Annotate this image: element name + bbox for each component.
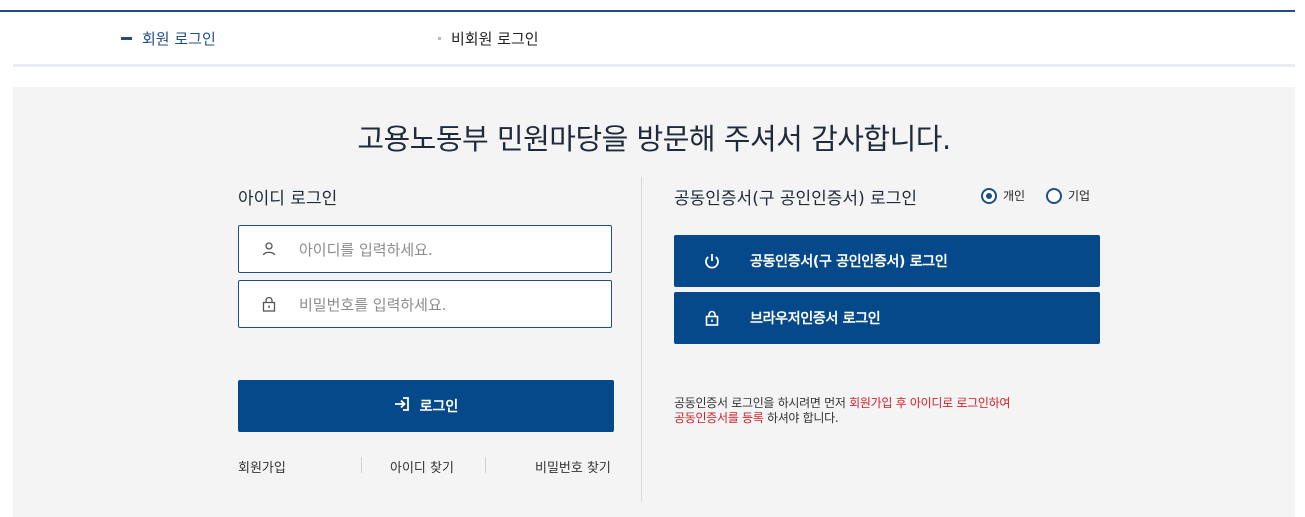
find-password-link[interactable]: 비밀번호 찾기 [535, 457, 611, 476]
browser-cert-login-button[interactable]: 브라우저인증서 로그인 [674, 292, 1100, 344]
find-id-link[interactable]: 아이디 찾기 [390, 457, 454, 476]
link-divider [361, 457, 362, 473]
browser-cert-login-button-label: 브라우저인증서 로그인 [750, 311, 881, 327]
notice-text: 공동인증서 로그인을 하시려면 먼저 [674, 396, 850, 410]
tab-guest-login-label: 비회원 로그인 [451, 30, 539, 48]
lock-icon [261, 296, 277, 312]
column-divider [641, 177, 642, 502]
cert-login-title: 공동인증서(구 공인인증서) 로그인 [674, 189, 918, 209]
cert-login-button-label: 공동인증서(구 공인인증서) 로그인 [750, 254, 948, 270]
radio-personal[interactable]: 개인 [981, 187, 1025, 204]
notice-highlight: 회원가입 후 아이디로 로그인하여 [849, 396, 1011, 410]
radio-business-label: 기업 [1068, 189, 1091, 203]
tab-member-login-label: 회원 로그인 [142, 30, 216, 48]
link-divider [485, 457, 486, 473]
login-arrow-icon [394, 396, 410, 416]
signup-link[interactable]: 회원가입 [238, 457, 286, 476]
page-title: 고용노동부 민원마당을 방문해 주셔서 감사합니다. [357, 122, 951, 156]
cert-notice: 공동인증서 로그인을 하시려면 먼저 회원가입 후 아이디로 로그인하여 공동인… [674, 396, 1094, 426]
tab-member-login[interactable]: 회원 로그인 [121, 28, 216, 49]
tab-guest-login[interactable]: 비회원 로그인 [438, 28, 539, 49]
user-icon [261, 241, 277, 257]
radio-personal-indicator [981, 187, 997, 204]
radio-personal-label: 개인 [1003, 189, 1026, 203]
id-login-title: 아이디 로그인 [238, 189, 338, 209]
login-tabs: 회원 로그인 비회원 로그인 [0, 12, 1295, 66]
radio-business-indicator [1046, 187, 1062, 204]
bullet-dot [438, 37, 441, 40]
notice-highlight: 공동인증서를 등록 [674, 411, 764, 425]
password-input-placeholder: 비밀번호를 입력하세요. [299, 295, 447, 314]
cert-login-button[interactable]: 공동인증서(구 공인인증서) 로그인 [674, 235, 1100, 287]
login-button[interactable]: 로그인 [238, 380, 614, 432]
login-panel: 고용노동부 민원마당을 방문해 주셔서 감사합니다. 아이디 로그인 아이디를 … [13, 87, 1295, 517]
tab-underline [13, 64, 1295, 67]
power-icon [702, 251, 722, 271]
radio-business[interactable]: 기업 [1046, 187, 1090, 204]
notice-text: 하셔야 합니다. [763, 411, 839, 425]
password-input[interactable]: 비밀번호를 입력하세요. [238, 280, 612, 328]
lock-icon [702, 308, 722, 328]
login-button-label: 로그인 [419, 399, 459, 415]
active-tab-marker [121, 37, 132, 40]
id-input[interactable]: 아이디를 입력하세요. [238, 225, 612, 273]
id-input-placeholder: 아이디를 입력하세요. [299, 240, 433, 259]
